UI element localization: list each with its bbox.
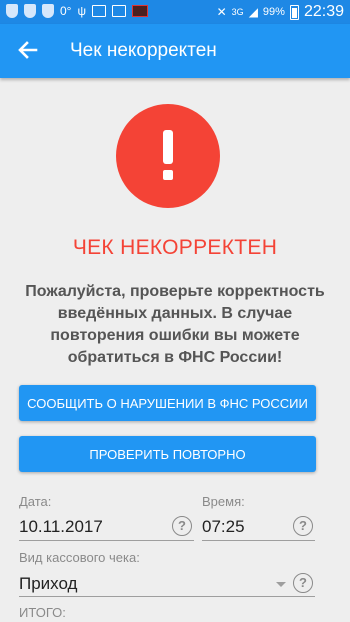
total-label: ИТОГО: — [19, 605, 66, 620]
chevron-down-icon[interactable] — [276, 582, 286, 587]
exclamation-circle-icon — [116, 104, 220, 208]
shield-icon — [42, 4, 54, 18]
app-bar: Чек некорректен — [0, 24, 350, 78]
date-underline — [19, 540, 194, 541]
time-help-icon[interactable]: ? — [293, 516, 313, 536]
usb-icon: ψ — [77, 4, 87, 18]
error-title: ЧЕК НЕКОРРЕКТЕН — [72, 236, 278, 259]
shield-icon — [24, 4, 36, 18]
notification-icon — [112, 5, 127, 17]
time-field[interactable]: 07:25 — [202, 517, 245, 537]
exclamation-bar — [163, 130, 173, 164]
retry-check-button[interactable]: Проверить повторно — [19, 436, 316, 472]
gallery-icon — [92, 5, 107, 17]
status-bar-left: 0° ψ — [6, 4, 149, 18]
date-label: Дата: — [19, 494, 52, 509]
receipt-type-label: Вид кассового чека: — [19, 550, 140, 565]
battery-icon — [289, 4, 299, 20]
mute-icon: ✕ — [216, 5, 227, 19]
page-title: Чек некорректен — [70, 40, 217, 61]
shield-icon — [6, 4, 18, 18]
receipt-type-underline — [19, 596, 315, 597]
status-bar-right: ✕ 3G ◢ 99% 22:39 — [217, 3, 344, 21]
receipt-type-help-icon[interactable]: ? — [293, 573, 313, 593]
network-type: 3G — [231, 7, 244, 17]
report-violation-button[interactable]: Сообщить о нарушении в ФНС России — [19, 385, 316, 421]
date-field[interactable]: 10.11.2017 — [19, 517, 103, 537]
receipt-type-select[interactable]: Приход — [19, 574, 77, 594]
time-label: Время: — [202, 494, 245, 509]
exclamation-dot — [163, 170, 173, 180]
time-underline — [202, 540, 315, 541]
clock: 22:39 — [303, 3, 344, 20]
weather-temperature: 0° — [60, 4, 72, 18]
date-help-icon[interactable]: ? — [172, 516, 192, 536]
error-message: Пожалуйста, проверьте корректность введё… — [25, 283, 325, 366]
status-bar: 0° ψ ✕ 3G ◢ 99% 22:39 — [0, 0, 350, 24]
battery-percent: 99% — [262, 6, 285, 18]
arrow-back-icon[interactable] — [14, 36, 42, 64]
media-icon — [132, 5, 149, 17]
signal-icon: ◢ — [248, 5, 258, 19]
